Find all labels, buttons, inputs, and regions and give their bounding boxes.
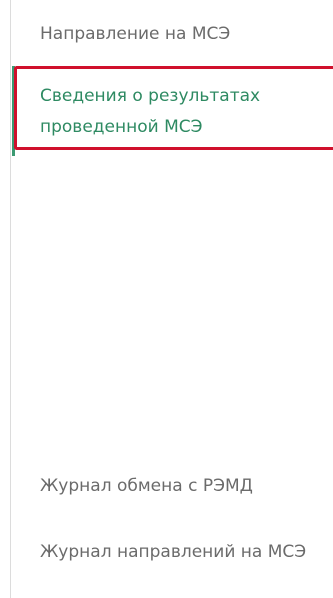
sidebar-item-label: Журнал обмена с РЭМД xyxy=(40,476,253,496)
sidebar-item-results[interactable]: Сведения о результатах проведенной МСЭ xyxy=(12,66,333,156)
sidebar-item-referrals-journal[interactable]: Журнал направлений на МСЭ xyxy=(40,538,325,567)
sidebar-divider xyxy=(10,0,11,598)
sidebar-item-label: Сведения о результатах проведенной МСЭ xyxy=(40,86,261,137)
sidebar-item-exchange-journal[interactable]: Журнал обмена с РЭМД xyxy=(40,472,325,501)
sidebar-item-referral[interactable]: Направление на МСЭ xyxy=(40,20,325,49)
sidebar-item-label: Журнал направлений на МСЭ xyxy=(40,542,307,562)
sidebar-item-label: Направление на МСЭ xyxy=(40,24,231,44)
